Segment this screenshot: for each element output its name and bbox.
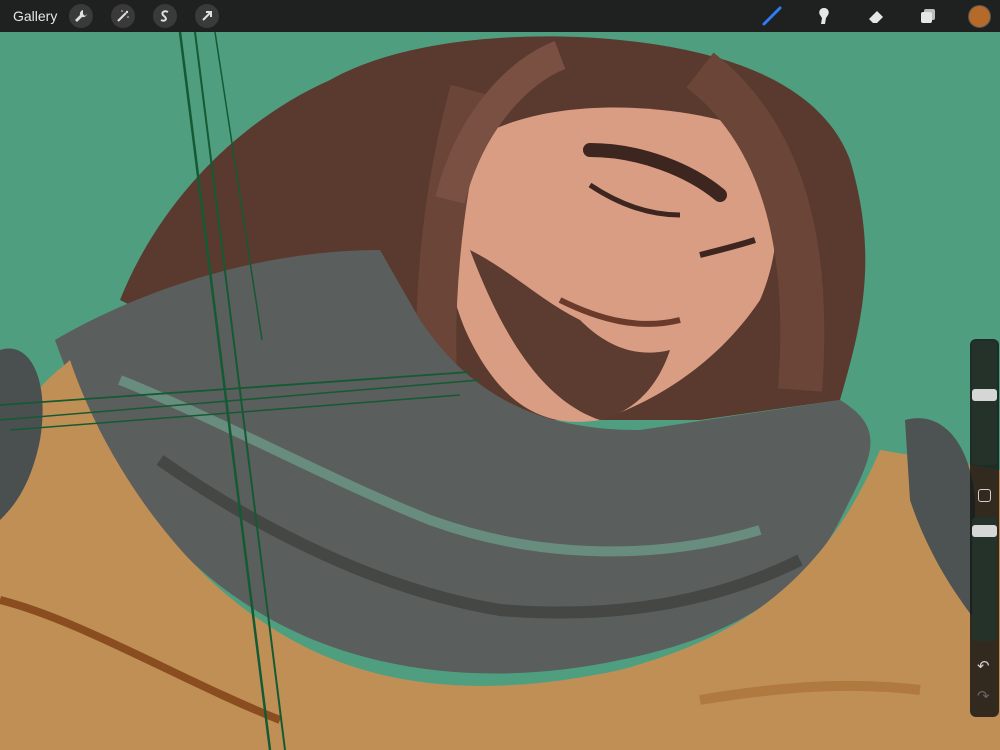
brush-size-slider[interactable]: [972, 341, 997, 465]
opacity-thumb[interactable]: [972, 525, 997, 537]
transform-arrow-icon[interactable]: [195, 4, 220, 28]
layers-icon[interactable]: [916, 4, 940, 28]
brush-size-thumb[interactable]: [972, 389, 997, 401]
opacity-slider[interactable]: [972, 517, 997, 641]
modify-button[interactable]: [978, 489, 991, 502]
gallery-button[interactable]: Gallery: [13, 8, 57, 24]
top-toolbar: Gallery: [0, 0, 1000, 32]
color-picker-swatch[interactable]: [968, 4, 991, 28]
drawing-canvas[interactable]: [0, 0, 1000, 750]
selection-icon[interactable]: [153, 4, 178, 28]
redo-icon[interactable]: ↷: [977, 687, 990, 705]
magic-wand-icon[interactable]: [111, 4, 136, 28]
side-panel: ↶ ↷: [970, 339, 999, 717]
wrench-icon[interactable]: [69, 4, 94, 28]
undo-icon[interactable]: ↶: [977, 657, 990, 675]
brush-icon[interactable]: [760, 4, 784, 28]
eraser-icon[interactable]: [864, 4, 888, 28]
right-tools: [760, 0, 1000, 32]
smudge-icon[interactable]: [812, 4, 836, 28]
